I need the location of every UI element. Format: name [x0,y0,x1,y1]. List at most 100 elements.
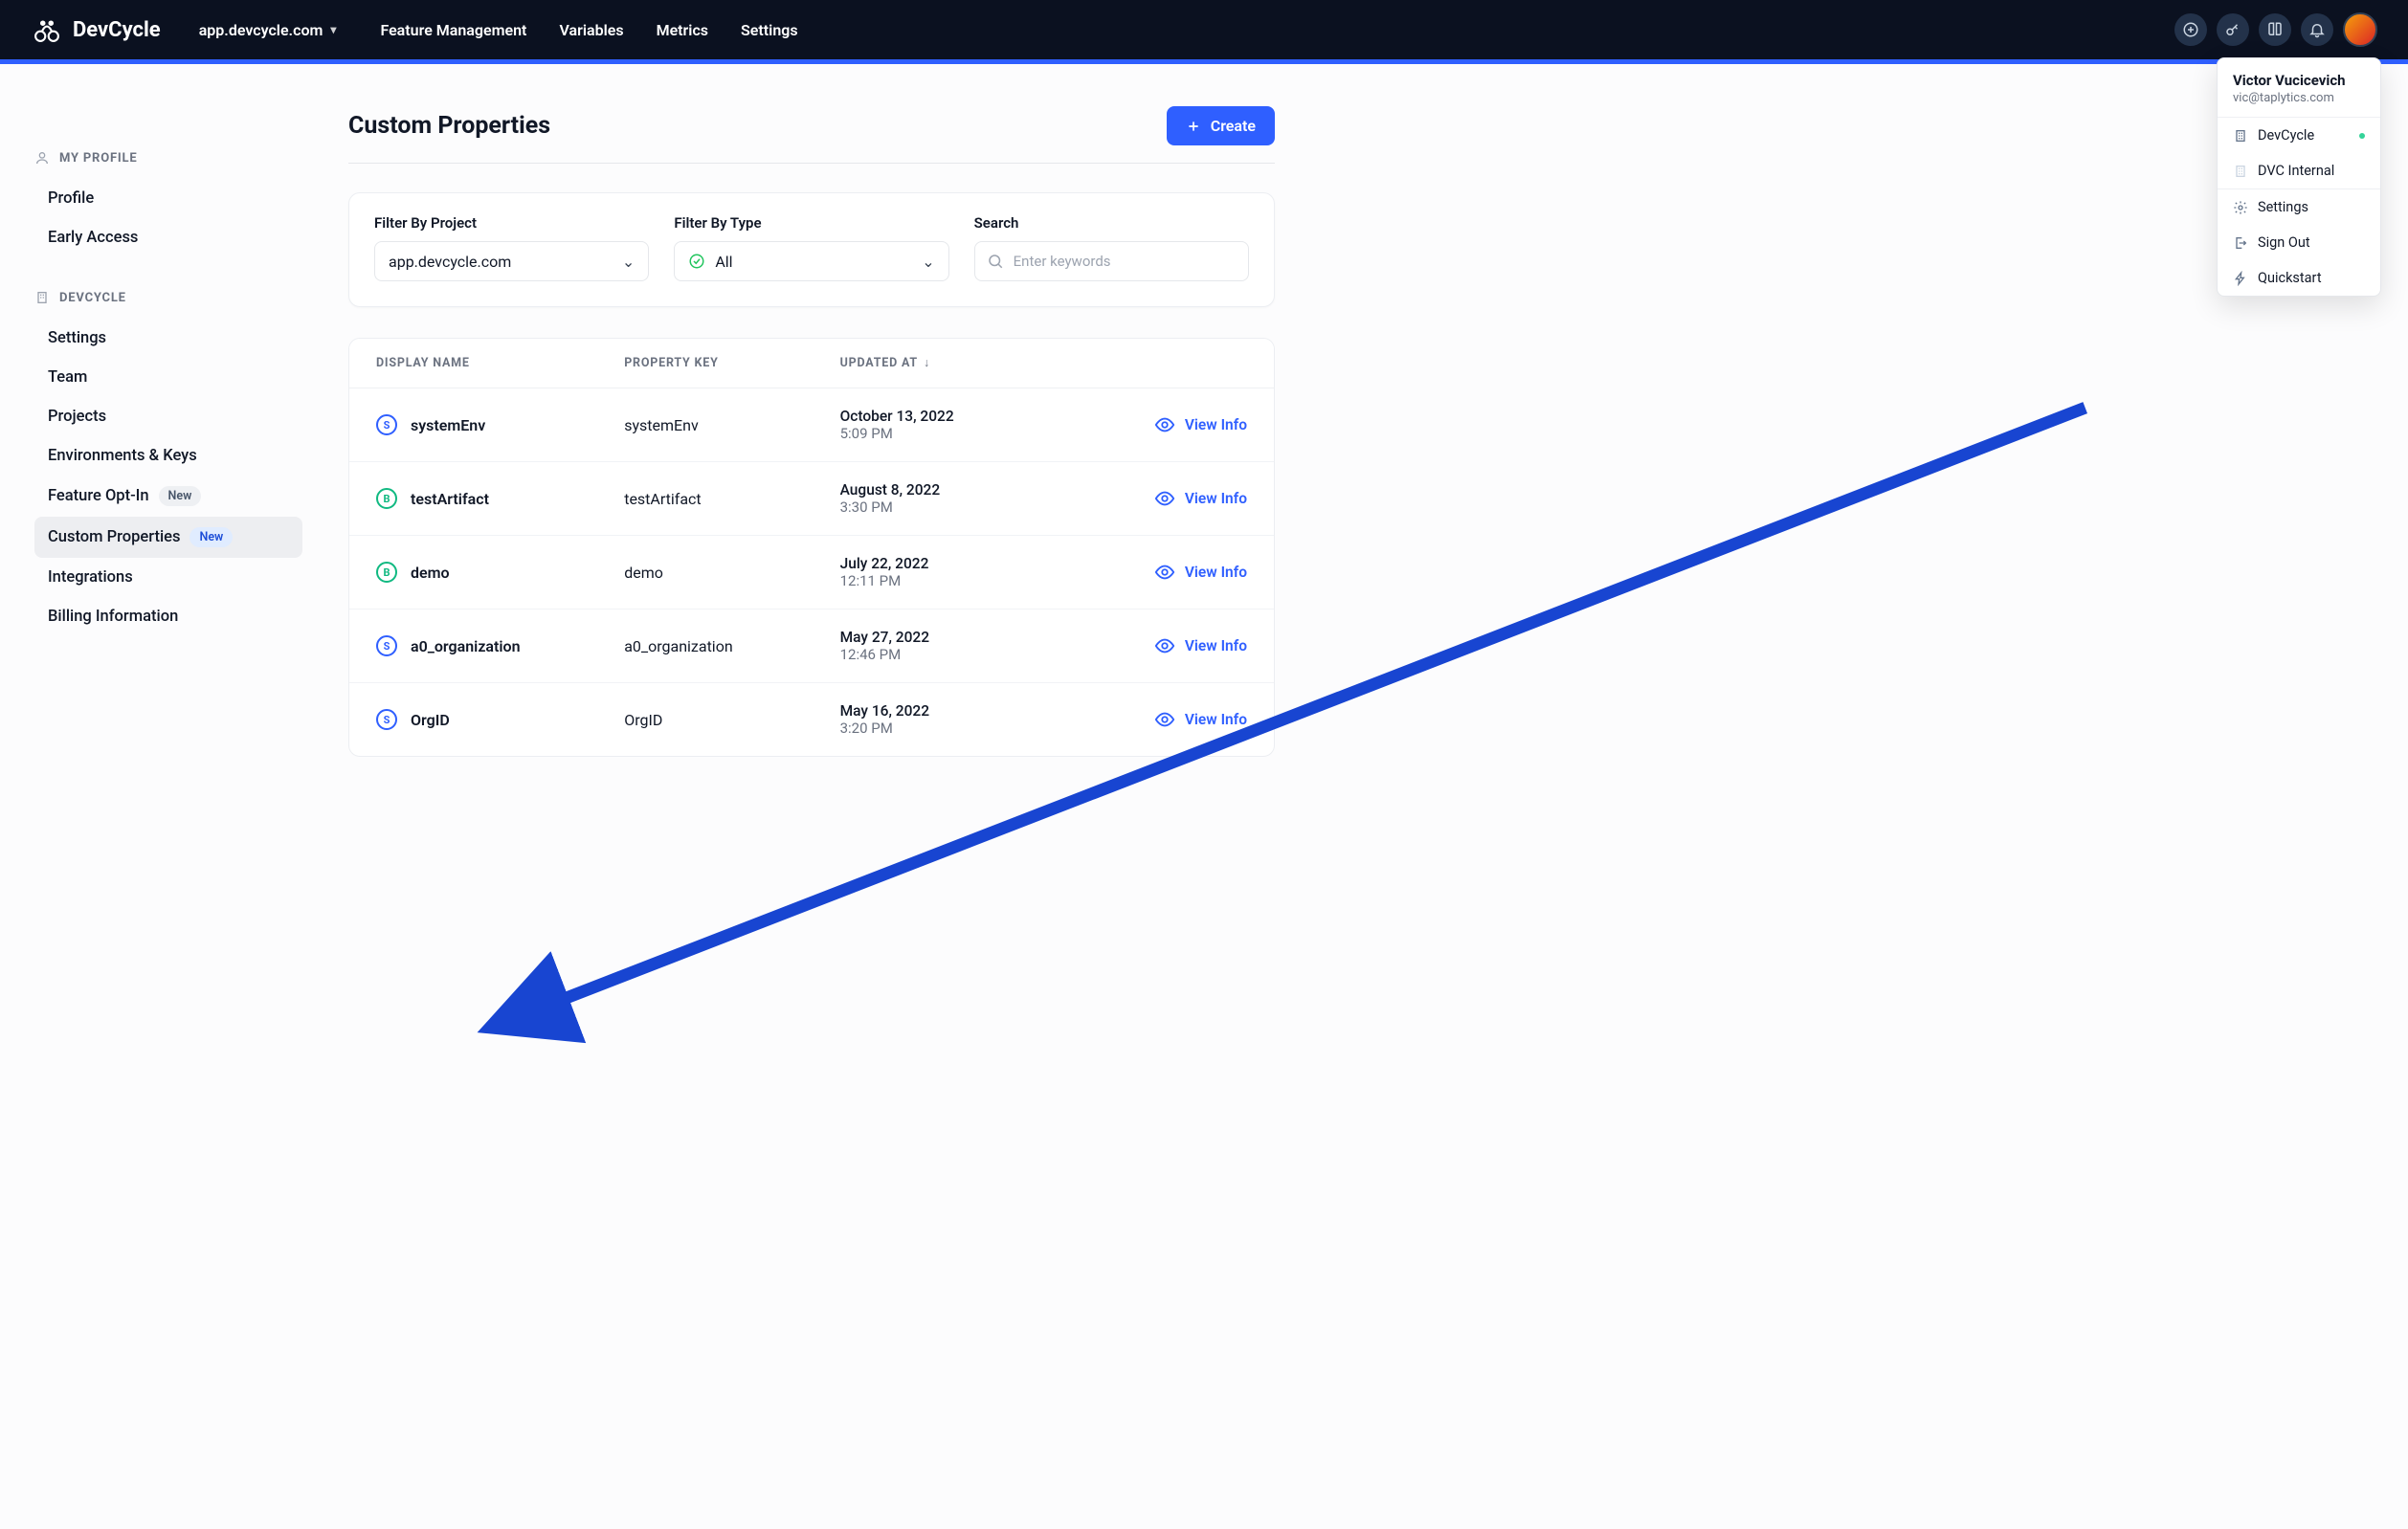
sidebar-item-label: Feature Opt-In [48,487,149,505]
sidebar-item-label: Custom Properties [48,528,180,546]
filter-type-value: All [715,253,732,271]
row-date: July 22, 2022 [840,555,1056,572]
key-icon[interactable] [2217,13,2249,46]
eye-icon [1154,414,1175,435]
sidebar-item-label: Integrations [48,568,133,587]
nav-link-settings[interactable]: Settings [741,21,798,39]
filter-project-label: Filter By Project [374,214,649,232]
row-date: May 16, 2022 [840,702,1056,720]
cell-property-key: a0_organization [624,637,839,655]
sidebar-item-label: Early Access [48,229,138,247]
active-org-indicator [2359,133,2365,139]
user-menu: Victor Vucicevich vic@taplytics.com DevC… [2217,57,2381,297]
sidebar-item-label: Projects [48,408,106,426]
view-info-link[interactable]: View Info [1056,635,1247,656]
view-info-link[interactable]: View Info [1056,414,1247,435]
cell-display-name: S a0_organization [376,635,624,656]
user-menu-settings[interactable]: Settings [2218,189,2380,225]
nav-link-metrics[interactable]: Metrics [657,21,708,39]
type-badge-icon: B [376,562,397,583]
create-button[interactable]: Create [1167,106,1275,145]
filters-card: Filter By Project app.devcycle.com ⌄ Fil… [348,192,1275,307]
book-icon[interactable] [2259,13,2291,46]
cell-display-name: S OrgID [376,709,624,730]
user-menu-header: Victor Vucicevich vic@taplytics.com [2218,58,2380,117]
table-row: S systemEnv systemEnv October 13, 2022 5… [349,388,1274,462]
search-box [974,241,1249,281]
cell-updated-at: May 16, 2022 3:20 PM [840,702,1056,737]
filter-project-select[interactable]: app.devcycle.com ⌄ [374,241,649,281]
devcycle-logo-icon [31,15,63,44]
row-date: October 13, 2022 [840,408,1056,425]
sidebar-item-label: Settings [48,329,106,347]
view-info-link[interactable]: View Info [1056,488,1247,509]
cell-property-key: testArtifact [624,490,839,508]
row-name: a0_organization [411,637,521,655]
eye-icon [1154,488,1175,509]
cell-property-key: OrgID [624,711,839,729]
user-menu-sign-out[interactable]: Sign Out [2218,225,2380,260]
chevron-down-icon: ⌄ [922,253,934,271]
user-menu-org-dvc-internal[interactable]: DVC Internal [2218,153,2380,188]
sidebar-item-label: Billing Information [48,608,178,626]
table-row: S a0_organization a0_organization May 27… [349,609,1274,683]
th-updated-at-label: UPDATED AT [840,356,918,370]
sidebar-item-team[interactable]: Team [34,358,302,397]
new-badge: New [159,486,202,506]
row-date: August 8, 2022 [840,481,1056,499]
sidebar: MY PROFILE Profile Early Access DEVCYCLE… [0,64,325,757]
user-menu-quickstart[interactable]: Quickstart [2218,260,2380,296]
cell-updated-at: July 22, 2022 12:11 PM [840,555,1056,589]
nav-link-variables[interactable]: Variables [559,21,623,39]
sidebar-section-devcycle: DEVCYCLE [34,290,302,305]
avatar[interactable] [2343,12,2377,47]
type-badge-icon: S [376,709,397,730]
row-name: systemEnv [411,416,485,434]
row-name: OrgID [411,711,450,729]
sidebar-section-my-profile: MY PROFILE [34,150,302,166]
view-info-link[interactable]: View Info [1056,709,1247,730]
filter-type-select[interactable]: All ⌄ [674,241,948,281]
cell-display-name: B demo [376,562,624,583]
sidebar-item-custom-properties[interactable]: Custom Properties New [34,517,302,558]
project-selector[interactable]: app.devcycle.com ▾ [199,21,337,39]
properties-table: DISPLAY NAME PROPERTY KEY UPDATED AT↓ S … [348,338,1275,757]
user-menu-item-label: Sign Out [2258,234,2310,251]
view-info-label: View Info [1185,711,1247,728]
sidebar-item-billing[interactable]: Billing Information [34,597,302,636]
bell-icon[interactable] [2301,13,2333,46]
cell-updated-at: August 8, 2022 3:30 PM [840,481,1056,516]
type-badge-icon: B [376,488,397,509]
cell-updated-at: May 27, 2022 12:46 PM [840,629,1056,663]
create-icon[interactable] [2174,13,2207,46]
brand-logo[interactable]: DevCycle [31,15,161,44]
sidebar-item-label: Team [48,368,87,387]
row-date: May 27, 2022 [840,629,1056,646]
sidebar-item-integrations[interactable]: Integrations [34,558,302,597]
type-badge-icon: S [376,414,397,435]
row-name: demo [411,564,450,582]
view-info-link[interactable]: View Info [1056,562,1247,583]
lightning-icon [2233,271,2248,286]
table-row: B testArtifact testArtifact August 8, 20… [349,462,1274,536]
chevron-down-icon: ▾ [330,23,336,36]
search-input[interactable] [1014,253,1237,270]
eye-icon [1154,562,1175,583]
nav-link-feature-management[interactable]: Feature Management [380,21,526,39]
sidebar-item-feature-opt-in[interactable]: Feature Opt-In New [34,476,302,517]
row-time: 12:11 PM [840,572,1056,589]
th-updated-at[interactable]: UPDATED AT↓ [840,356,1056,370]
user-menu-item-label: Settings [2258,199,2308,215]
plus-icon [1186,119,1201,134]
sidebar-item-projects[interactable]: Projects [34,397,302,436]
sidebar-item-early-access[interactable]: Early Access [34,218,302,257]
nav-links: Feature Management Variables Metrics Set… [380,21,797,39]
eye-icon [1154,709,1175,730]
sidebar-item-settings[interactable]: Settings [34,319,302,358]
nav-icons [2174,12,2377,47]
sidebar-item-profile[interactable]: Profile [34,179,302,218]
user-email: vic@taplytics.com [2233,91,2365,105]
sidebar-item-environments[interactable]: Environments & Keys [34,436,302,476]
user-menu-org-devcycle[interactable]: DevCycle [2218,118,2380,153]
new-badge: New [190,527,233,547]
